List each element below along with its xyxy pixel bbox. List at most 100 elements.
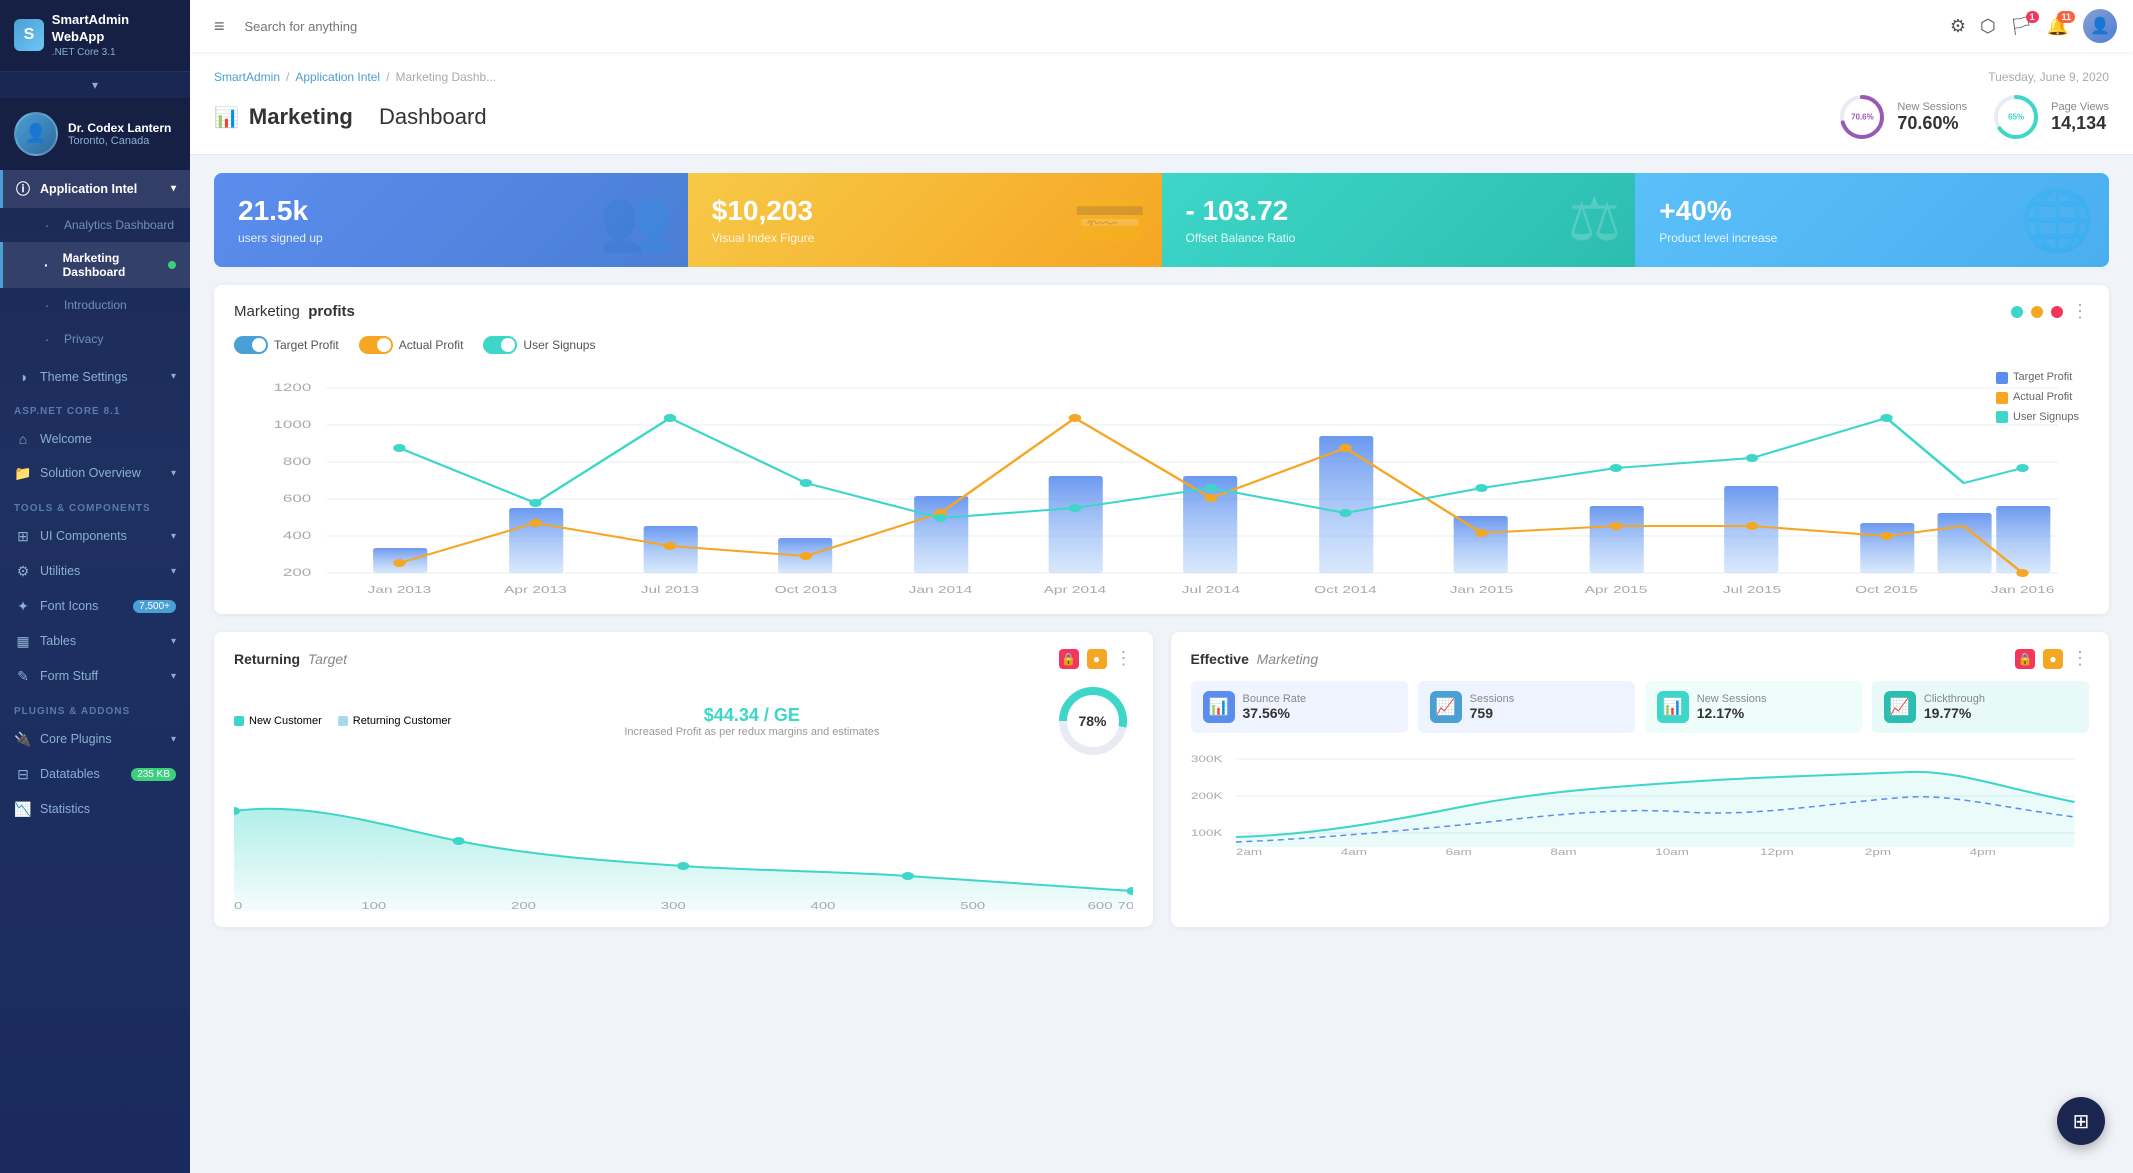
cube-button[interactable]: ⬡: [1980, 16, 1996, 37]
fab-button[interactable]: ⊞: [2057, 1097, 2105, 1145]
logo-icon: S: [14, 19, 44, 51]
sidebar-item-utilities[interactable]: ⚙ Utilities ▾: [0, 554, 190, 589]
svg-text:400: 400: [811, 900, 836, 911]
menu-button[interactable]: ≡: [206, 10, 233, 43]
bounce-rate-stat: 📊 Bounce Rate 37.56%: [1191, 681, 1408, 733]
dot-icon: ·: [38, 217, 56, 233]
user-avatar-button[interactable]: 👤: [2083, 9, 2117, 43]
bounce-info: Bounce Rate 37.56%: [1243, 693, 1307, 721]
card-bg-icon: 💳: [1073, 185, 1148, 256]
title-italic: Marketing: [1257, 651, 1318, 667]
card-header: Returning Target 🔒 ● ⋮: [234, 648, 1133, 669]
search-input[interactable]: [245, 19, 1938, 34]
bell-badge: 11: [2057, 11, 2075, 23]
sidebar-item-analytics-dashboard[interactable]: · Analytics Dashboard: [0, 208, 190, 242]
sidebar-item-welcome[interactable]: ⌂ Welcome: [0, 422, 190, 456]
sidebar-item-label: Datatables: [40, 767, 100, 781]
bell-button[interactable]: 🔔 11: [2047, 16, 2069, 37]
toggle-user-signups[interactable]: User Signups: [483, 336, 595, 354]
toggle-target-profit[interactable]: Target Profit: [234, 336, 339, 354]
form-icon: ✎: [14, 668, 32, 685]
svg-text:Jan 2016: Jan 2016: [1991, 584, 2055, 596]
svg-text:4pm: 4pm: [1969, 848, 1995, 857]
sidebar-item-label: Introduction: [64, 298, 127, 312]
profits-chart: 1200 1000 800 600 400 200: [234, 368, 2089, 598]
home-icon: ⌂: [14, 431, 32, 447]
lock-icon[interactable]: 🔒: [1059, 649, 1079, 669]
sidebar-item-introduction[interactable]: · Introduction: [0, 288, 190, 322]
stat-value: 12.17%: [1697, 705, 1767, 721]
breadcrumb-section[interactable]: Application Intel: [295, 70, 380, 84]
edit-icon[interactable]: ●: [2043, 649, 2063, 669]
sidebar-item-solution-overview[interactable]: 📁 Solution Overview ▾: [0, 456, 190, 491]
card-menu-button[interactable]: ⋮: [2071, 648, 2089, 669]
marketing-profits-card: Marketing profits ⋮ T: [214, 285, 2109, 614]
sidebar-item-statistics[interactable]: 📉 Statistics: [0, 792, 190, 827]
svg-text:Apr 2014: Apr 2014: [1044, 584, 1107, 596]
sidebar-item-form-stuff[interactable]: ✎ Form Stuff ▾: [0, 659, 190, 694]
app-version: .NET Core 3.1: [52, 46, 176, 59]
flag-button[interactable]: 🏳 1: [2010, 16, 2033, 37]
expand-icon: ▾: [171, 734, 176, 745]
sidebar-item-label: Theme Settings: [40, 370, 128, 384]
returning-desc: Increased Profit as per redux margins an…: [467, 726, 1036, 738]
expand-icon: ▾: [171, 371, 176, 382]
card-header: Effective Marketing 🔒 ● ⋮: [1191, 648, 2090, 669]
toggle-switch[interactable]: [483, 336, 517, 354]
stat-label: Sessions: [1470, 693, 1515, 705]
chart-menu-button[interactable]: ⋮: [2071, 301, 2089, 322]
svg-text:12pm: 12pm: [1760, 848, 1794, 857]
stat-cards: 21.5k users signed up 👥 $10,203 Visual I…: [214, 173, 2109, 267]
chart-legend: Target Profit Actual Profit User Signups: [1996, 368, 2079, 427]
returning-price: $44.34 / GE: [704, 705, 800, 726]
sidebar-item-label: Application Intel: [40, 182, 137, 196]
toggle-switch[interactable]: [359, 336, 393, 354]
svg-text:1200: 1200: [273, 382, 311, 394]
info-icon: ⓘ: [14, 179, 32, 199]
sidebar-item-ui-components[interactable]: ⊞ UI Components ▾: [0, 519, 190, 554]
sidebar-item-tables[interactable]: ▦ Tables ▾: [0, 624, 190, 659]
svg-text:0: 0: [234, 900, 242, 911]
legend-row: New Customer Returning Customer $44.34 /…: [234, 681, 1133, 761]
utilities-icon: ⚙: [14, 563, 32, 580]
font-icons-icon: ✦: [14, 598, 32, 615]
svg-text:10am: 10am: [1655, 848, 1689, 857]
stat-value: 759: [1470, 705, 1515, 721]
new-sessions-info: New Sessions 12.17%: [1697, 693, 1767, 721]
plugin-icon: 🔌: [14, 731, 32, 748]
sessions-info: Sessions 759: [1470, 693, 1515, 721]
breadcrumb-home[interactable]: SmartAdmin: [214, 70, 280, 84]
stat-card-product: +40% Product level increase 🌐: [1635, 173, 2109, 267]
content-inner: 21.5k users signed up 👥 $10,203 Visual I…: [190, 155, 2133, 945]
breadcrumb-sep: /: [286, 70, 289, 84]
svg-text:300K: 300K: [1191, 755, 1223, 764]
lock-icon[interactable]: 🔒: [2015, 649, 2035, 669]
new-sessions-donut: 70.6%: [1837, 92, 1887, 142]
sidebar-item-font-icons[interactable]: ✦ Font Icons 7,500+: [0, 589, 190, 624]
dot-red: [2051, 306, 2063, 318]
sidebar-item-privacy[interactable]: · Privacy: [0, 322, 190, 356]
toggle-actual-profit[interactable]: Actual Profit: [359, 336, 464, 354]
sidebar-item-theme-settings[interactable]: ◑ Theme Settings ▾: [0, 360, 190, 394]
sidebar-item-core-plugins[interactable]: 🔌 Core Plugins ▾: [0, 722, 190, 757]
card-menu-button[interactable]: ⋮: [1115, 648, 1133, 669]
svg-text:2am: 2am: [1235, 848, 1261, 857]
sidebar-item-label: Privacy: [64, 332, 103, 346]
settings-button[interactable]: ⚙: [1950, 16, 1966, 37]
dot-icon: ·: [38, 331, 56, 347]
breadcrumb-sep2: /: [386, 70, 389, 84]
returning-target-card: Returning Target 🔒 ● ⋮ New Customer: [214, 632, 1153, 927]
edit-icon[interactable]: ●: [1087, 649, 1107, 669]
legend-box: [1996, 372, 2008, 384]
collapse-button[interactable]: ▾: [0, 72, 190, 98]
toggle-switch[interactable]: [234, 336, 268, 354]
chart-title-light: Marketing: [234, 303, 300, 320]
legend-label: Returning Customer: [353, 715, 451, 727]
expand-icon: ▾: [171, 566, 176, 577]
sidebar-item-datatables[interactable]: ⊟ Datatables 235 KB: [0, 757, 190, 792]
svg-text:200: 200: [283, 567, 311, 579]
sidebar-item-application-intel[interactable]: ⓘ Application Intel ▾: [0, 170, 190, 208]
sidebar-item-marketing-dashboard[interactable]: · Marketing Dashboard: [0, 242, 190, 288]
svg-text:Jul 2013: Jul 2013: [641, 584, 699, 596]
clickthrough-icon: 📈: [1884, 691, 1916, 723]
